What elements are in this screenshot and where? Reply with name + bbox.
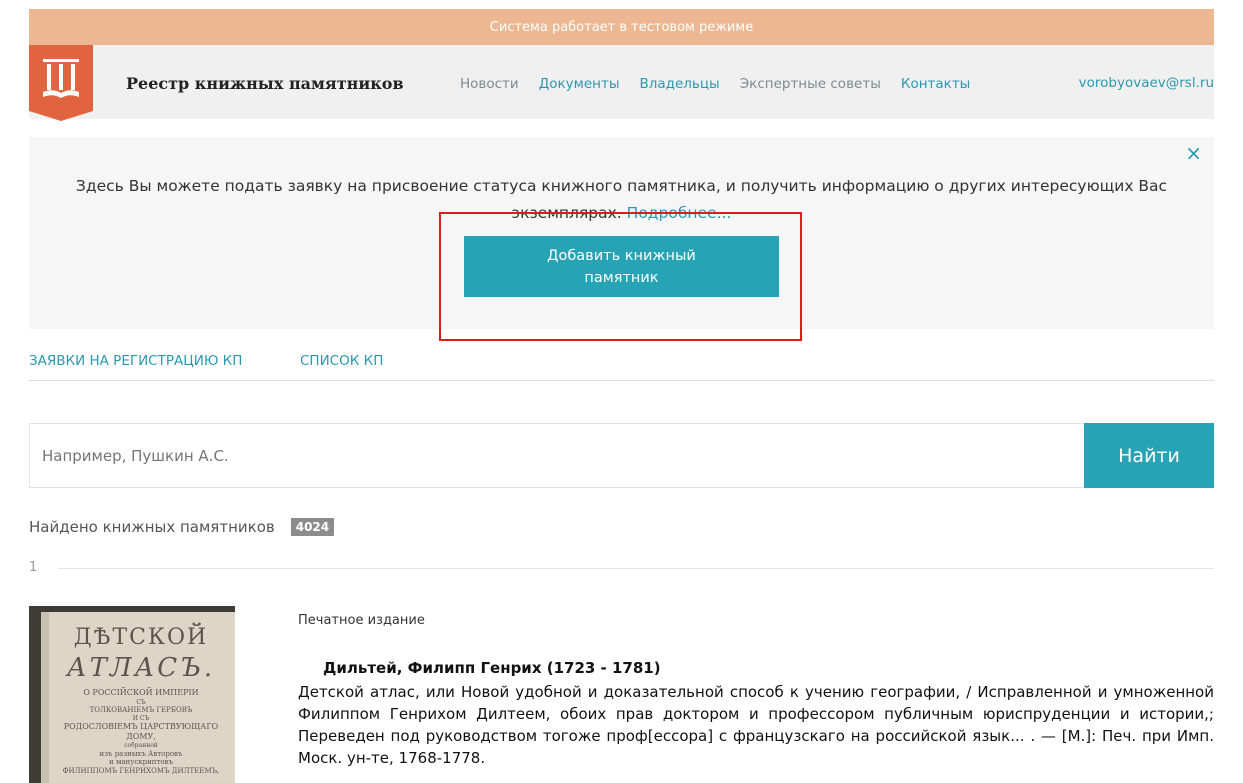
cover-line11: и манускриптовъ (109, 758, 173, 766)
cover-line3: О РОССІЙСКОЙ ИМПЕРІИ (83, 688, 198, 697)
tab-list[interactable]: СПИСОК КП (300, 353, 383, 369)
info-text: Здесь Вы можете подать заявку на присвое… (69, 173, 1174, 227)
info-panel: × Здесь Вы можете подать заявку на присв… (29, 137, 1214, 329)
more-link[interactable]: Подробнее... (627, 204, 732, 222)
add-button-label-line2: памятник (584, 269, 659, 286)
cover-line7: РОДОСЛОВІЕМЪ ЦАРСТВУЮЩАГО (64, 722, 219, 731)
nav-contacts[interactable]: Контакты (901, 76, 970, 92)
book-cover-image[interactable]: ДѢТСКОЙ АТЛАСЪ. О РОССІЙСКОЙ ИМПЕРІИ СЪ … (29, 606, 235, 783)
search-bar: Найти (29, 423, 1214, 488)
nav-owners[interactable]: Владельцы (639, 76, 719, 92)
book-columns-logo-icon[interactable] (29, 45, 93, 121)
found-label: Найдено книжных памятников (29, 518, 275, 536)
nav-expert-councils[interactable]: Экспертные советы (740, 76, 881, 92)
tab-applications[interactable]: ЗАЯВКИ НА РЕГИСТРАЦИЮ КП (29, 353, 242, 369)
search-input[interactable] (29, 423, 1098, 488)
pagination: 1 (29, 560, 1214, 576)
cover-line6: И СЪ (133, 715, 150, 722)
cover-line5: ТОЛКОВАНІЕМЪ ГЕРБОВЪ (90, 706, 193, 714)
main-nav: Новости Документы Владельцы Экспертные с… (460, 76, 990, 92)
add-button-label-line1: Добавить книжный (547, 247, 696, 264)
document-type: Печатное издание (298, 613, 425, 628)
add-book-monument-button[interactable]: Добавить книжный памятник (464, 236, 779, 297)
search-button[interactable]: Найти (1084, 423, 1214, 488)
cover-title-line2: АТЛАСЪ. (65, 653, 215, 683)
page-number[interactable]: 1 (29, 560, 37, 575)
book-cover-art: ДѢТСКОЙ АТЛАСЪ. О РОССІЙСКОЙ ИМПЕРІИ СЪ … (29, 606, 235, 783)
user-email-link[interactable]: vorobyovaev@rsl.ru (1079, 75, 1214, 91)
results-count: Найдено книжных памятников 4024 (29, 518, 335, 536)
document-author[interactable]: Дильтей, Филипп Генрих (1723 - 1781) (323, 659, 661, 677)
cover-line4: СЪ (136, 699, 146, 706)
site-header: Реестр книжных памятников Новости Докуме… (29, 45, 1214, 121)
cover-line8: ДОМУ, (126, 732, 156, 741)
cover-line10: изъ разныхъ Авторовъ (100, 750, 183, 758)
cover-line9: собранной (124, 742, 158, 749)
nav-news[interactable]: Новости (460, 76, 519, 92)
tabs-bar: ЗАЯВКИ НА РЕГИСТРАЦИЮ КП СПИСОК КП (29, 351, 1214, 381)
info-main-text: Здесь Вы можете подать заявку на присвое… (75, 177, 1168, 222)
nav-documents[interactable]: Документы (539, 76, 620, 92)
count-badge: 4024 (290, 518, 335, 536)
document-description: Детской атлас, или Новой удобной и доказ… (298, 683, 1214, 767)
divider (58, 568, 1214, 569)
brand-title[interactable]: Реестр книжных памятников (126, 74, 404, 93)
test-mode-text: Система работает в тестовом режиме (489, 19, 754, 35)
test-mode-banner: Система работает в тестовом режиме (29, 9, 1214, 45)
cover-line12: ФИЛИППОМЪ ГЕНРИХОМЪ ДИЛТЕЕМЪ, (63, 767, 220, 775)
cover-title-line1: ДѢТСКОЙ (74, 622, 208, 650)
close-icon[interactable]: × (1185, 141, 1202, 165)
